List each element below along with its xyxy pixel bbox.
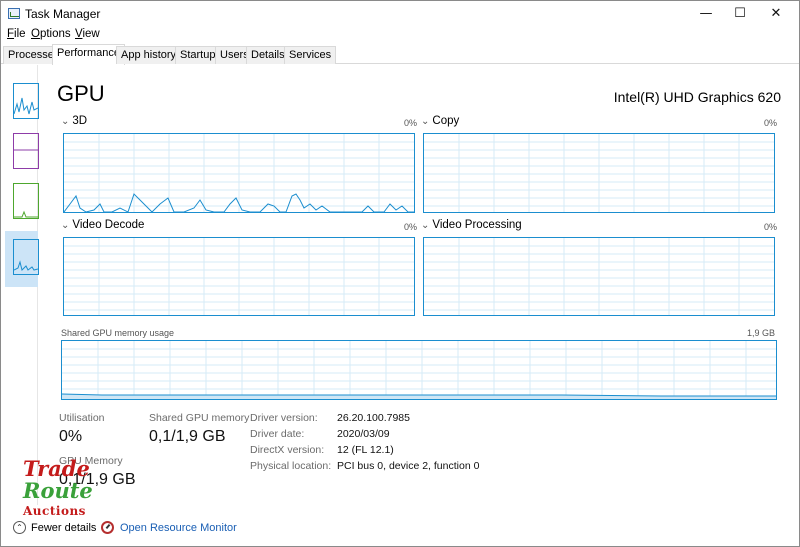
driver-date-value: 2020/03/09: [337, 428, 390, 440]
tab-services[interactable]: Services: [284, 46, 337, 64]
graph-video-processing: [423, 237, 775, 316]
watermark-line-3: Auctions: [23, 504, 86, 518]
tab-strip: Processes Performance App history Startu…: [1, 44, 799, 65]
shared-memory-label: Shared GPU memory usage: [61, 328, 175, 338]
directx-version-label: DirectX version:: [250, 444, 325, 456]
cpu-mini-line: [13, 97, 39, 115]
menu-bar: File Options View: [1, 27, 799, 45]
chevron-down-icon: ⌄: [61, 116, 70, 127]
graph-3d-percent: 0%: [403, 118, 417, 128]
gpu-mini-line: [13, 260, 39, 271]
graph-3d-label-wrap[interactable]: ⌄ 3D: [61, 115, 87, 127]
performance-sidebar: [1, 65, 39, 505]
menu-options-label: ptions: [39, 28, 71, 40]
menu-options-accel: O: [31, 28, 40, 40]
task-manager-window: Task Manager — ☐ ✕ File Options View Pro…: [0, 0, 800, 547]
driver-version-value: 26.20.100.7985: [337, 412, 410, 424]
utilisation-value: 0%: [59, 428, 83, 445]
graph-3d-label: 3D: [72, 115, 88, 127]
graph-3d: [63, 133, 415, 213]
graph-video-decode-percent: 0%: [403, 222, 417, 232]
sidebar-item-cpu[interactable]: [5, 77, 39, 123]
page-title: GPU: [57, 81, 105, 106]
graph-copy: [423, 133, 775, 213]
gpu-mini-graph: [13, 239, 39, 275]
shared-gpu-memory-label: Shared GPU memory: [149, 412, 250, 424]
sidebar-item-disk[interactable]: [5, 177, 39, 223]
resource-monitor-icon: [101, 521, 114, 534]
graph-shared-memory-plot: [62, 341, 776, 399]
graph-video-decode-label: Video Decode: [72, 219, 145, 231]
graph-copy-plot: [424, 134, 774, 212]
watermark-line-2: Route: [23, 478, 93, 503]
sidebar-item-gpu[interactable]: [5, 231, 39, 287]
graph-video-processing-label-wrap[interactable]: ⌄ Video Processing: [421, 219, 522, 231]
graph-shared-memory: [61, 340, 777, 400]
graph-video-decode-plot: [64, 238, 414, 315]
memory-mini-graph: [13, 133, 39, 169]
chevron-down-icon: ⌄: [61, 220, 70, 231]
graph-video-decode-label-wrap[interactable]: ⌄ Video Decode: [61, 219, 144, 231]
gpu-device-name: Intel(R) UHD Graphics 620: [613, 89, 781, 105]
driver-version-label: Driver version:: [250, 412, 318, 424]
close-button[interactable]: ✕: [753, 1, 799, 27]
utilisation-label: Utilisation: [59, 412, 105, 424]
open-resource-monitor-link[interactable]: Open Resource Monitor: [101, 521, 237, 534]
graph-video-processing-plot: [424, 238, 774, 315]
shared-memory-max: 1,9 GB: [746, 328, 775, 338]
trade-route-auctions-watermark: Trade Route Auctions: [21, 456, 93, 526]
graph-video-processing-percent: 0%: [763, 222, 777, 232]
graph-video-decode: [63, 237, 415, 316]
menu-file-accel: F: [7, 28, 15, 40]
tab-startup[interactable]: Startup: [175, 46, 221, 64]
graph-copy-label-wrap[interactable]: ⌄ Copy: [421, 115, 459, 127]
menu-view-label: iew: [82, 28, 100, 40]
task-manager-icon: [8, 8, 20, 19]
footer-bar: ⌃ Fewer details Open Resource Monitor: [1, 513, 799, 547]
graph-video-processing-label: Video Processing: [432, 219, 522, 231]
disk-mini-graph: [13, 183, 39, 219]
window-title: Task Manager: [25, 7, 101, 21]
gpu-panel: GPU Intel(R) UHD Graphics 620 ⌄ 3D 0% ⌄ Co…: [45, 65, 797, 505]
directx-version-value: 12 (FL 12.1): [337, 444, 394, 456]
driver-date-label: Driver date:: [250, 428, 305, 440]
graph-copy-percent: 0%: [763, 118, 777, 128]
physical-location-label: Physical location:: [250, 460, 332, 472]
open-resource-monitor-label: Open Resource Monitor: [120, 521, 237, 534]
menu-view[interactable]: View: [75, 28, 100, 40]
tab-performance[interactable]: Performance: [52, 44, 125, 65]
graph-3d-plot: [64, 134, 414, 212]
disk-mini-line: [14, 210, 38, 218]
menu-options[interactable]: Options: [31, 28, 71, 40]
menu-file-label: ile: [14, 28, 26, 40]
memory-mini-line: [14, 149, 38, 151]
physical-location-value: PCI bus 0, device 2, function 0: [337, 460, 480, 472]
chevron-down-icon: ⌄: [421, 116, 430, 127]
shared-gpu-memory-value: 0,1/1,9 GB: [149, 428, 226, 445]
menu-file[interactable]: File: [7, 28, 26, 40]
tab-app-history[interactable]: App history: [116, 46, 182, 64]
graph-copy-label: Copy: [432, 115, 460, 127]
chevron-down-icon: ⌄: [421, 220, 430, 231]
title-bar[interactable]: Task Manager — ☐ ✕: [1, 1, 799, 27]
cpu-mini-graph: [13, 83, 39, 119]
sidebar-item-memory[interactable]: [5, 127, 39, 173]
